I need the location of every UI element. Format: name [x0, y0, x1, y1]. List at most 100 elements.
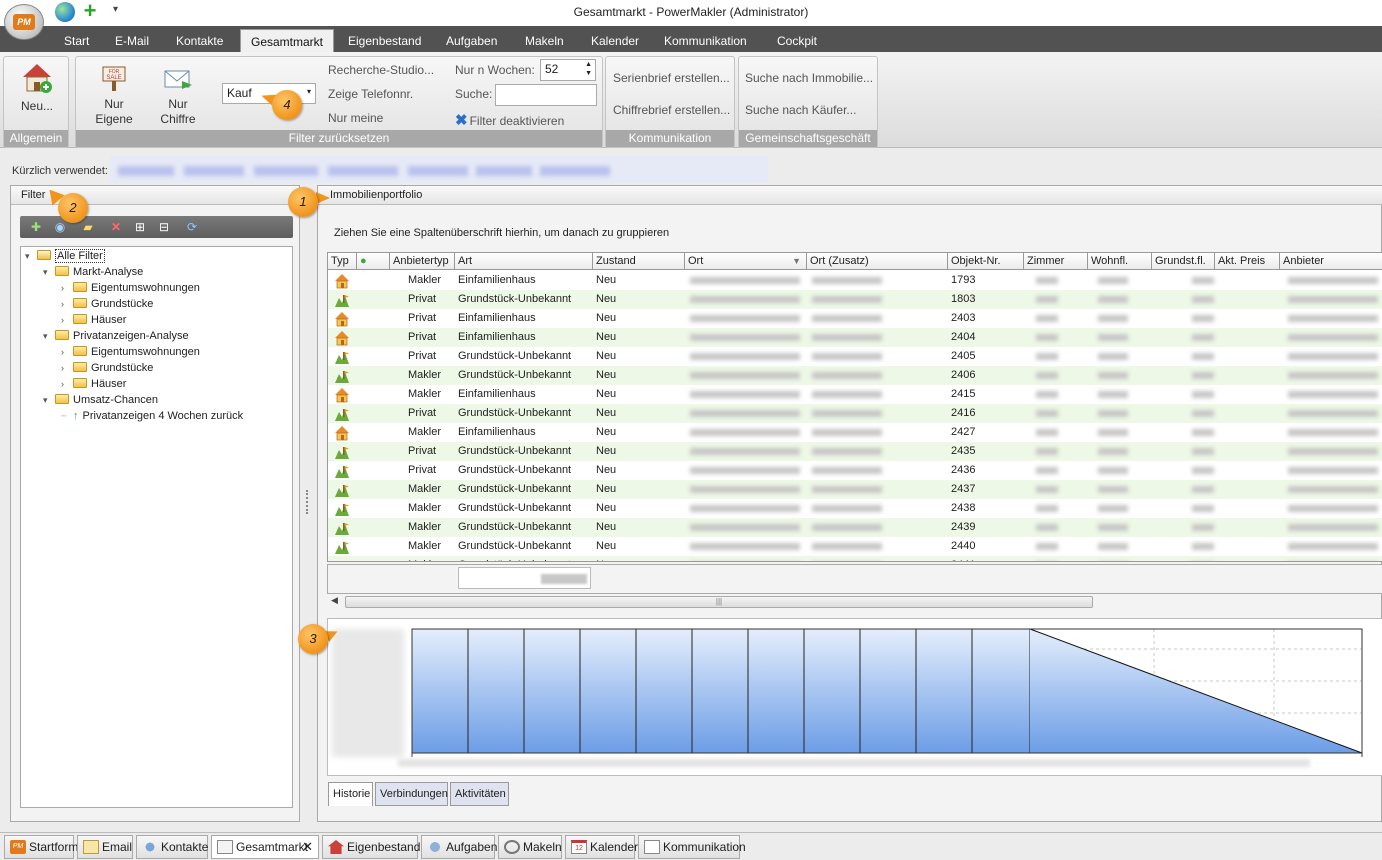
table-row[interactable]: Makler Grundstück-Unbekannt Neu 2439: [328, 518, 1382, 537]
table-row[interactable]: Privat Grundstück-Unbekannt Neu 2405: [328, 347, 1382, 366]
tab-eigenbestand[interactable]: Eigenbestand: [348, 34, 421, 48]
recent-items-strip[interactable]: [110, 156, 768, 183]
column-header-grundstfl[interactable]: Grundst.fl.: [1152, 253, 1215, 270]
tab-kontakte[interactable]: Kontakte: [176, 34, 223, 48]
expand-icon[interactable]: ›: [61, 344, 73, 360]
table-row[interactable]: Privat Grundstück-Unbekannt Neu 2435: [328, 442, 1382, 461]
tree-node-markt-etw[interactable]: › Eigentumswohnungen: [61, 280, 200, 296]
table-row[interactable]: Makler Grundstück-Unbekannt Neu 2406: [328, 366, 1382, 385]
tab-aufgaben[interactable]: Aufgaben: [446, 34, 497, 48]
collapse-icon[interactable]: ▾: [25, 248, 37, 264]
task-kalender[interactable]: 12 Kalender: [565, 835, 638, 859]
column-header-typ[interactable]: Typ: [328, 253, 357, 270]
tree-node-privat-grundstuecke[interactable]: › Grundstücke: [61, 360, 153, 376]
tab-start[interactable]: Start: [64, 34, 89, 48]
task-aufgaben[interactable]: Aufgaben: [421, 835, 497, 859]
chiffrebrief-button[interactable]: Chiffrebrief erstellen...: [613, 103, 730, 117]
add-filter-icon[interactable]: ✚: [28, 219, 44, 235]
task-startform[interactable]: PM Startform: [4, 835, 78, 859]
table-row[interactable]: Privat Grundstück-Unbekannt Neu 2436: [328, 461, 1382, 480]
table-row[interactable]: Privat Grundstück-Unbekannt Neu 2416: [328, 404, 1382, 423]
task-kommunikation[interactable]: Kommunikation: [638, 835, 746, 859]
expand-icon[interactable]: ›: [61, 360, 73, 376]
tab-email[interactable]: E-Mail: [115, 34, 149, 48]
task-gesamtmarkt[interactable]: Gesamtmarkt ✕: [211, 835, 319, 859]
delete-icon[interactable]: ✕: [108, 219, 124, 235]
splitter-grip[interactable]: [306, 490, 310, 514]
tree-node-privatanzeigen-4-wochen[interactable]: ┄ ↑ Privatanzeigen 4 Wochen zurück: [61, 408, 243, 424]
stepper-arrows-icon[interactable]: ▲ ▼: [585, 60, 592, 78]
collapse-all-icon[interactable]: ⊟: [156, 219, 172, 235]
tree-node-privat-etw[interactable]: › Eigentumswohnungen: [61, 344, 200, 360]
column-header-objekt-nr[interactable]: Objekt-Nr.: [948, 253, 1024, 270]
recherche-studio-button[interactable]: Recherche-Studio...: [328, 63, 434, 77]
tab-gesamtmarkt[interactable]: Gesamtmarkt: [240, 29, 335, 52]
expand-icon[interactable]: ›: [61, 376, 73, 392]
expand-icon[interactable]: ›: [61, 312, 73, 328]
tab-verbindungen[interactable]: Verbindungen: [375, 782, 448, 806]
tab-makeln[interactable]: Makeln: [525, 34, 564, 48]
table-row[interactable]: Privat Einfamilienhaus Neu 2403: [328, 309, 1382, 328]
expand-icon[interactable]: ›: [61, 296, 73, 312]
scroll-thumb[interactable]: |||: [345, 596, 1093, 608]
deactivate-filter-button[interactable]: ✖ Filter deaktivieren: [455, 111, 564, 129]
table-row[interactable]: Makler Grundstück-Unbekannt Neu 2438: [328, 499, 1382, 518]
column-header-person[interactable]: ●: [357, 253, 390, 270]
tab-kalender[interactable]: Kalender: [591, 34, 639, 48]
task-eigenbestand[interactable]: Eigenbestand: [322, 835, 420, 859]
close-icon[interactable]: ✕: [302, 836, 313, 858]
collapse-icon[interactable]: ▾: [43, 392, 55, 408]
column-header-wohnfl[interactable]: Wohnfl.: [1088, 253, 1152, 270]
column-header-ort[interactable]: Ort ▼: [685, 253, 807, 270]
column-header-zimmer[interactable]: Zimmer: [1024, 253, 1088, 270]
table-row[interactable]: Makler Einfamilienhaus Neu 1793: [328, 271, 1382, 290]
tree-node-markt-grundstuecke[interactable]: › Grundstücke: [61, 296, 153, 312]
table-row[interactable]: Privat Grundstück-Unbekannt Neu 1803: [328, 290, 1382, 309]
column-header-zustand[interactable]: Zustand: [593, 253, 685, 270]
nur-meine-button[interactable]: Nur meine: [328, 111, 383, 125]
task-kontakte[interactable]: Kontakte: [136, 835, 208, 859]
tab-cockpit[interactable]: Cockpit: [777, 34, 817, 48]
column-header-anbieter[interactable]: Anbieter: [1280, 253, 1382, 270]
weeks-stepper[interactable]: 52 ▲ ▼: [540, 59, 596, 81]
scroll-left-icon[interactable]: ◀: [331, 595, 338, 606]
group-by-hint[interactable]: Ziehen Sie eine Spaltenüberschrift hierh…: [334, 227, 669, 239]
new-folder-icon[interactable]: ▰: [80, 219, 96, 235]
tree-node-markt[interactable]: ▾ Markt-Analyse: [43, 264, 143, 280]
search-property-button[interactable]: Suche nach Immobilie...: [745, 71, 873, 85]
app-menu-button[interactable]: PM: [4, 4, 44, 40]
table-row[interactable]: Makler Einfamilienhaus Neu 2427: [328, 423, 1382, 442]
tree-node-privat[interactable]: ▾ Privatanzeigen-Analyse: [43, 328, 189, 344]
task-makeln[interactable]: Makeln: [498, 835, 562, 859]
expand-icon[interactable]: ›: [61, 280, 73, 296]
column-header-akt-preis[interactable]: Akt. Preis: [1215, 253, 1280, 270]
serienbrief-button[interactable]: Serienbrief erstellen...: [613, 71, 730, 85]
table-row[interactable]: Makler Grundstück-Unbekannt Neu 2441: [328, 556, 1382, 561]
table-row[interactable]: Privat Einfamilienhaus Neu 2404: [328, 328, 1382, 347]
show-phone-button[interactable]: Zeige Telefonnr.: [328, 87, 413, 101]
table-row[interactable]: Makler Einfamilienhaus Neu 2415: [328, 385, 1382, 404]
nur-chiffre-button[interactable]: Nur Chiffre: [150, 63, 206, 127]
new-button[interactable]: Neu...: [12, 61, 62, 114]
collapse-icon[interactable]: ▾: [43, 328, 55, 344]
expand-all-icon[interactable]: ⊞: [132, 219, 148, 235]
task-email[interactable]: Email: [77, 835, 133, 859]
search-buyer-button[interactable]: Suche nach Käufer...: [745, 103, 856, 117]
refresh-icon[interactable]: ⟳: [184, 219, 200, 235]
tab-aktivitaeten[interactable]: Aktivitäten: [450, 782, 509, 806]
tree-node-markt-haeuser[interactable]: › Häuser: [61, 312, 126, 328]
tab-kommunikation[interactable]: Kommunikation: [664, 34, 747, 48]
column-header-anbietertyp[interactable]: Anbietertyp: [390, 253, 455, 270]
tree-node-root[interactable]: ▾ Alle Filter: [25, 248, 105, 264]
horizontal-scrollbar[interactable]: ◀ |||: [327, 594, 1382, 610]
column-header-ort-zusatz[interactable]: Ort (Zusatz): [807, 253, 948, 270]
table-row[interactable]: Makler Grundstück-Unbekannt Neu 2437: [328, 480, 1382, 499]
tree-node-privat-haeuser[interactable]: › Häuser: [61, 376, 126, 392]
tree-node-umsatz[interactable]: ▾ Umsatz-Chancen: [43, 392, 158, 408]
tab-historie[interactable]: Historie: [328, 782, 373, 806]
column-header-art[interactable]: Art: [455, 253, 593, 270]
search-input[interactable]: [495, 84, 597, 106]
table-row[interactable]: Makler Grundstück-Unbekannt Neu 2440: [328, 537, 1382, 556]
collapse-icon[interactable]: ▾: [43, 264, 55, 280]
nur-eigene-button[interactable]: FOR SALE Nur Eigene: [86, 63, 142, 127]
